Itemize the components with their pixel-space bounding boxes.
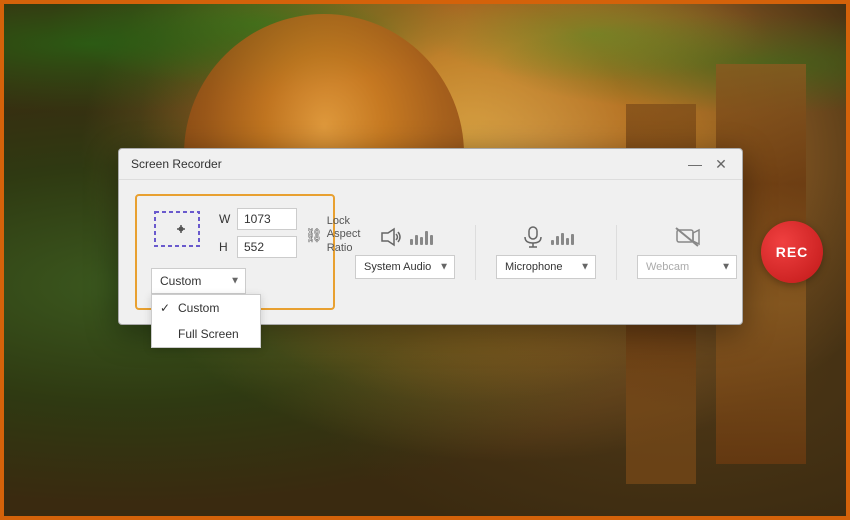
speaker-icon [378,225,406,249]
mic-bar5 [571,234,574,245]
rec-button[interactable]: REC [761,221,823,283]
close-button[interactable]: ✕ [712,155,730,173]
bar1 [410,239,413,245]
dialog-title: Screen Recorder [131,157,222,171]
dropdown-item-custom[interactable]: Custom [152,295,260,321]
separator-2 [616,225,617,280]
separator-1 [475,225,476,280]
mode-select-wrapper: Custom Full Screen ▼ Custom Full Screen [151,268,246,294]
microphone-select-wrapper: Microphone ▼ [496,255,596,279]
width-label: W [219,212,233,226]
rec-label: REC [776,244,809,260]
microphone-icon-row [519,225,574,249]
screen-recorder-dialog: Screen Recorder — ✕ [118,148,743,325]
dialog-content: W H ⛓ Lock AspectRatio [119,180,742,324]
system-audio-bars [410,229,433,245]
webcam-icon-row [673,225,701,249]
system-audio-group: System Audio ▼ [355,225,455,279]
capture-dimensions: W H ⛓ Lock AspectRatio [151,208,319,258]
height-row: H [219,236,297,258]
system-audio-select-wrapper: System Audio ▼ [355,255,455,279]
minimize-button[interactable]: — [686,155,704,173]
webcam-select[interactable]: Webcam [637,255,737,279]
bar2 [415,235,418,245]
microphone-bars [551,229,574,245]
capture-panel: W H ⛓ Lock AspectRatio [135,194,335,310]
dropdown-item-fullscreen[interactable]: Full Screen [152,321,260,347]
mic-bar1 [551,240,554,245]
webcam-group: Webcam ▼ [637,225,737,279]
bar4 [425,231,428,245]
microphone-select[interactable]: Microphone [496,255,596,279]
height-label: H [219,240,233,254]
width-row: W [219,208,297,230]
microphone-group: Microphone ▼ [496,225,596,279]
av-controls: System Audio ▼ [355,221,823,283]
dialog-titlebar: Screen Recorder — ✕ [119,149,742,180]
system-audio-select[interactable]: System Audio [355,255,455,279]
lock-aspect-ratio: ⛓ Lock AspectRatio [305,215,360,255]
mic-bar3 [561,233,564,245]
mode-dropdown-menu: Custom Full Screen [151,294,261,348]
dimensions-group: W H [219,208,297,258]
mic-bar4 [566,238,569,245]
mic-bar2 [556,236,559,245]
dialog-controls: — ✕ [686,155,730,173]
microphone-icon [519,225,547,249]
webcam-select-wrapper: Webcam ▼ [637,255,737,279]
height-input[interactable] [237,236,297,258]
webcam-icon [673,225,701,249]
bar3 [420,237,423,245]
width-input[interactable] [237,208,297,230]
mode-select[interactable]: Custom Full Screen [151,268,246,294]
capture-area-icon [151,208,211,258]
capture-bottom: Custom Full Screen ▼ Custom Full Screen [151,268,319,294]
bar5 [430,235,433,245]
system-audio-icon-row [378,225,433,249]
lock-icon: ⛓ [305,227,323,244]
